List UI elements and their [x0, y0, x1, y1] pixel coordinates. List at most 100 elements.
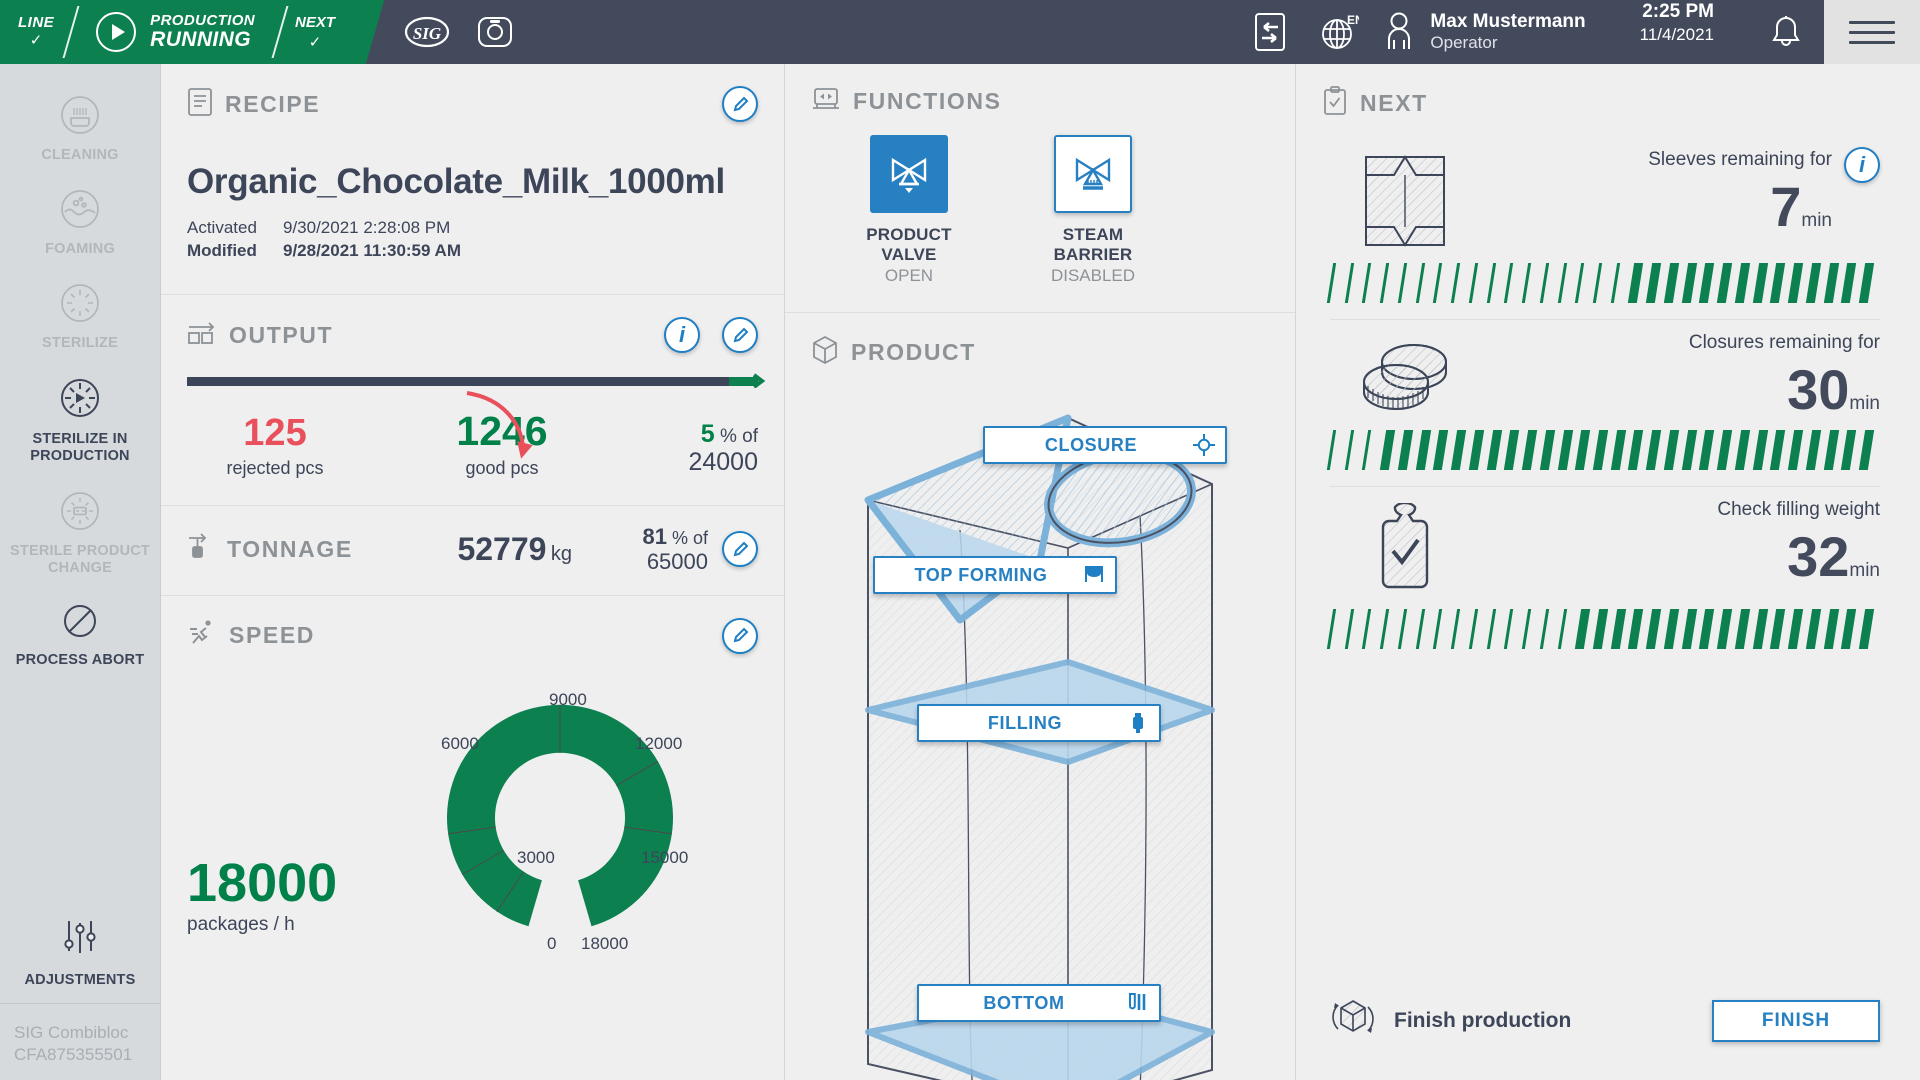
foaming-icon — [59, 188, 101, 235]
output-progress-arrow — [740, 373, 766, 388]
tick-mark — [1450, 430, 1467, 470]
tick-mark — [1681, 430, 1697, 470]
tick-mark — [1663, 263, 1680, 303]
production-state: RUNNING — [150, 27, 251, 51]
tick-mark — [1681, 609, 1697, 649]
cleaning-icon — [59, 94, 101, 141]
function-product-valve[interactable]: PRODUCT VALVE OPEN — [841, 135, 977, 286]
sidebar-item-sterilize-in-production[interactable]: STERILIZE IN PRODUCTION — [0, 366, 160, 479]
function-product-valve-state: OPEN — [884, 266, 934, 285]
tonnage-panel: TONNAGE 52779 kg 81 % of 65000 — [161, 506, 784, 596]
language-icon[interactable]: EN — [1304, 0, 1372, 64]
finish-button[interactable]: FINISH — [1712, 999, 1880, 1042]
output-icon — [187, 320, 217, 351]
sleeve-icon — [1330, 147, 1480, 249]
tonnage-edit-button[interactable] — [722, 531, 758, 568]
output-info-button[interactable]: i — [664, 317, 700, 353]
camera-icon[interactable] — [461, 13, 529, 51]
next-item-sleeves: Sleeves remaining for 7min i — [1326, 137, 1880, 320]
sidebar-item-foaming[interactable]: FOAMING — [0, 178, 160, 272]
tick-mark — [1539, 263, 1549, 303]
recipe-edit-button[interactable] — [722, 86, 758, 122]
output-percent: 5 — [700, 419, 715, 448]
rejected-stat: 125 rejected pcs — [187, 414, 363, 479]
user-profile[interactable]: Max Mustermann Operator — [1372, 0, 1595, 64]
sterilize-in-production-icon — [58, 376, 102, 425]
product-tag-top-forming-label: TOP FORMING — [914, 564, 1048, 585]
target-icon — [1193, 434, 1215, 456]
sidebar-item-foaming-label: FOAMING — [45, 241, 115, 258]
sidebar-item-process-abort[interactable]: PROCESS ABORT — [0, 591, 160, 683]
gauge-tick-12000: 12000 — [635, 733, 683, 753]
finish-production-row: Finish production FINISH — [1296, 973, 1920, 1080]
speed-reading: 18000 packages / h — [187, 856, 337, 936]
production-status[interactable]: PRODUCTION RUNNING — [72, 0, 279, 64]
tick-mark — [1415, 609, 1425, 649]
sidebar-item-process-abort-label: PROCESS ABORT — [15, 651, 145, 668]
tick-mark — [1362, 609, 1372, 649]
speed-panel: SPEED 18000 packages / h 3000 6000 9000 … — [161, 596, 784, 982]
sleeves-info-button[interactable]: i — [1844, 147, 1880, 183]
tick-mark — [1610, 263, 1620, 303]
tick-mark — [1557, 263, 1567, 303]
left-sidebar: CLEANING FOAMING STERILIZE STERILIZE IN … — [0, 64, 161, 1080]
tick-mark — [1805, 609, 1821, 649]
sidebar-item-cleaning[interactable]: CLEANING — [0, 84, 160, 178]
tick-mark — [1646, 263, 1662, 303]
speed-edit-button[interactable] — [722, 617, 758, 654]
tick-mark — [1752, 263, 1768, 303]
tick-mark — [1575, 430, 1591, 470]
tick-mark — [1557, 430, 1573, 470]
finish-production-icon — [1330, 995, 1376, 1046]
tick-mark — [1397, 609, 1408, 649]
gauge-tick-18000: 18000 — [581, 933, 629, 953]
tick-mark — [1433, 609, 1443, 649]
process-abort-icon — [60, 601, 100, 646]
line-status[interactable]: LINE ✓ — [0, 0, 70, 64]
recipe-modified-value: 9/28/2021 11:30:59 AM — [283, 241, 461, 260]
output-panel-title: OUTPUT — [229, 321, 334, 348]
gauge-tick-0: 0 — [547, 933, 557, 953]
machine-info: SIG Combibloc CFA875355501 — [0, 1002, 160, 1080]
function-steam-barrier[interactable]: STEAM BARRIER DISABLED — [1025, 135, 1161, 286]
next-items-list: Sleeves remaining for 7min i Closures re… — [1296, 131, 1920, 665]
hamburger-menu-icon[interactable] — [1824, 0, 1920, 64]
tick-mark — [1344, 430, 1354, 470]
tick-mark — [1415, 430, 1431, 470]
rejected-value: 125 — [243, 412, 307, 454]
transfer-icon[interactable] — [1236, 0, 1304, 64]
tonnage-icon — [187, 533, 213, 566]
clock: 2:25 PM 11/4/2021 — [1596, 0, 1748, 64]
product-tag-bottom[interactable]: BOTTOM — [917, 984, 1161, 1022]
bell-icon[interactable] — [1748, 0, 1824, 64]
product-tag-filling[interactable]: FILLING — [917, 704, 1161, 742]
tick-mark — [1539, 430, 1555, 470]
tick-mark — [1716, 609, 1733, 649]
product-tag-closure[interactable]: CLOSURE — [983, 426, 1227, 464]
tick-mark — [1716, 263, 1733, 303]
recipe-panel: RECIPE Organic_Chocolate_Milk_1000ml Act… — [161, 64, 784, 295]
tick-mark — [1362, 430, 1372, 470]
output-edit-button[interactable] — [722, 317, 758, 353]
next-item-closures-unit: min — [1849, 393, 1880, 414]
gauge-tick-6000: 6000 — [441, 733, 479, 753]
tick-mark — [1433, 430, 1449, 470]
tick-mark — [1326, 609, 1337, 649]
next-status[interactable]: NEXT ✓ — [281, 0, 353, 64]
function-steam-barrier-state: DISABLED — [1050, 266, 1136, 285]
recipe-activated-label: Activated — [187, 218, 257, 237]
output-target: 5 % of 24000 — [688, 420, 758, 480]
gauge-tick-3000: 3000 — [517, 847, 555, 867]
tick-mark — [1752, 609, 1768, 649]
tick-mark — [1415, 263, 1425, 303]
next-item-sleeves-value: 7 — [1770, 175, 1802, 238]
sidebar-item-sterilize[interactable]: STERILIZE — [0, 272, 160, 366]
sidebar-item-sterile-product-change[interactable]: STERILE PRODUCT CHANGE — [0, 480, 160, 591]
sidebar-item-adjustments[interactable]: ADJUSTMENTS — [0, 905, 160, 1003]
next-item-filling-weight-label: Check filling weight — [1717, 499, 1880, 520]
tick-mark — [1380, 263, 1390, 303]
output-percent-unit: % — [719, 425, 737, 447]
next-item-closures-ticks — [1326, 426, 1880, 470]
tonnage-of-word: of — [692, 528, 708, 548]
product-tag-top-forming[interactable]: TOP FORMING — [873, 556, 1117, 594]
